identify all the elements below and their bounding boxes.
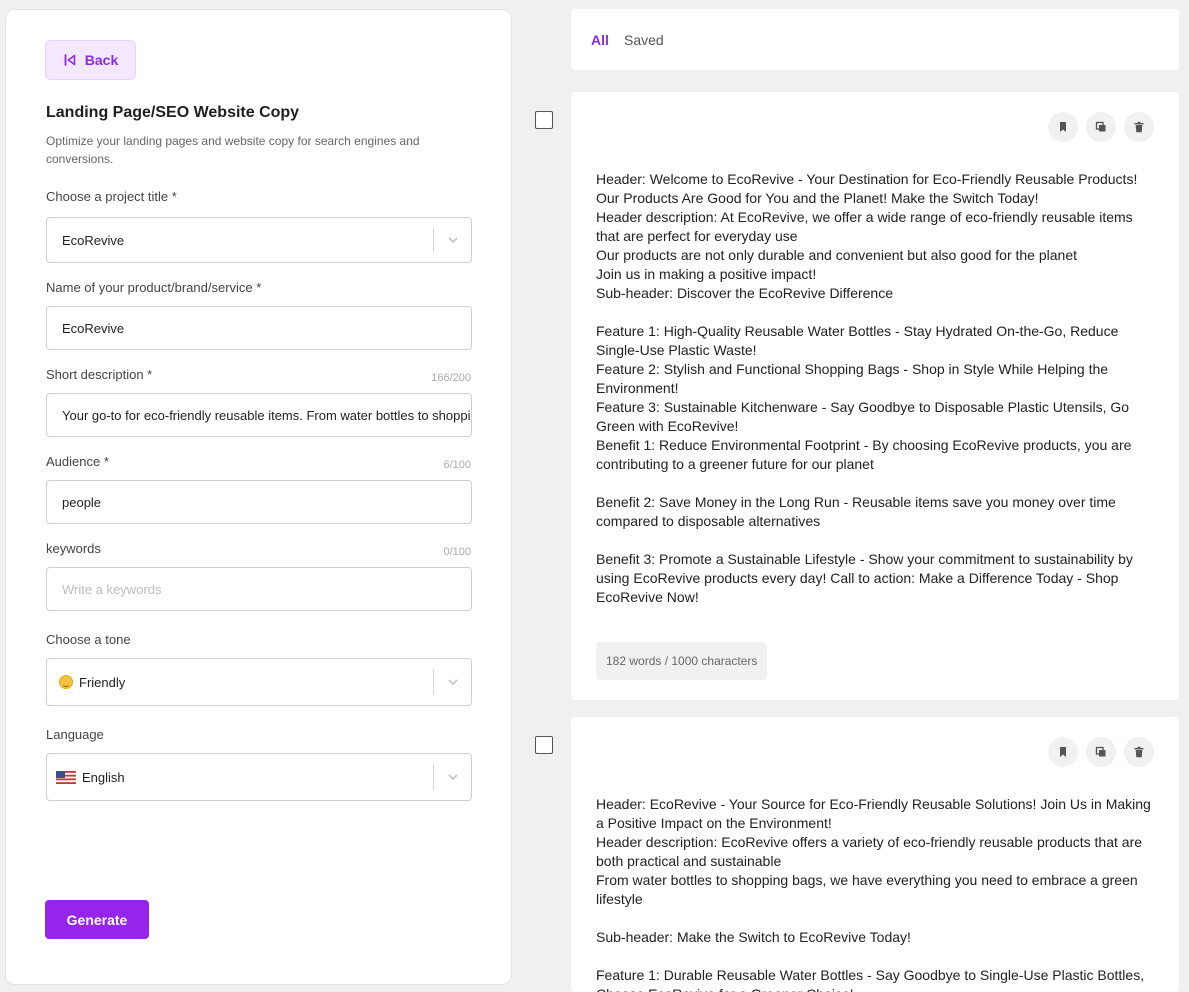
bookmark-button[interactable] <box>1048 112 1078 142</box>
tone-select[interactable]: Friendly <box>46 658 472 706</box>
tone-label: Choose a tone <box>46 632 131 647</box>
trash-icon <box>1134 746 1144 758</box>
product-name-value: EcoRevive <box>62 320 125 336</box>
tone-value: Friendly <box>79 674 126 690</box>
keywords-counter: 0/100 <box>443 546 471 558</box>
result-2-checkbox[interactable] <box>535 736 553 754</box>
form-description: Optimize your landing pages and website … <box>46 134 420 166</box>
tab-all[interactable]: All <box>591 32 609 48</box>
chevron-down-icon <box>448 774 458 781</box>
copy-button[interactable] <box>1086 112 1116 142</box>
generate-button[interactable]: Generate <box>45 900 149 939</box>
result-card-2: Header: EcoRevive - Your Source for Eco-… <box>571 717 1179 992</box>
language-value: English <box>82 769 125 785</box>
copy-icon <box>1095 746 1106 757</box>
short-description-input[interactable]: Your go-to for eco-friendly reusable ite… <box>46 393 472 437</box>
audience-counter: 6/100 <box>443 459 471 471</box>
result-1-actions <box>1048 112 1154 142</box>
copy-button[interactable] <box>1086 737 1116 767</box>
form-panel: Back Landing Page/SEO Website Copy Optim… <box>5 9 512 985</box>
select-separator <box>433 228 434 252</box>
tab-saved[interactable]: Saved <box>624 32 664 48</box>
project-title-select[interactable]: EcoRevive <box>46 217 472 263</box>
short-description-counter: 166/200 <box>431 372 471 384</box>
language-label: Language <box>46 727 104 742</box>
delete-button[interactable] <box>1124 737 1154 767</box>
select-separator <box>433 669 434 695</box>
copy-icon <box>1095 121 1106 132</box>
form-title: Landing Page/SEO Website Copy <box>46 104 300 121</box>
chevron-down-icon <box>448 679 458 686</box>
keywords-placeholder: Write a keywords <box>62 581 162 597</box>
result-2-text: Header: EcoRevive - Your Source for Eco-… <box>596 796 1151 992</box>
bookmark-icon <box>1060 747 1066 757</box>
bookmark-button[interactable] <box>1048 737 1078 767</box>
keywords-input[interactable]: Write a keywords <box>46 567 472 611</box>
back-label: Back <box>84 52 119 68</box>
project-title-label: Choose a project title * <box>46 189 177 204</box>
smiling-face-icon <box>59 675 73 689</box>
result-1-stats: 182 words / 1000 characters <box>596 642 768 680</box>
us-flag-icon <box>56 770 76 784</box>
product-name-input[interactable]: EcoRevive <box>46 306 472 350</box>
keywords-label: keywords <box>46 541 101 556</box>
short-description-label: Short description * <box>46 367 153 382</box>
skip-back-icon <box>64 54 76 66</box>
back-button[interactable]: Back <box>45 40 136 80</box>
trash-icon <box>1134 121 1144 133</box>
audience-value: people <box>62 494 102 510</box>
result-2-actions <box>1048 737 1154 767</box>
product-name-label: Name of your product/brand/service * <box>46 280 262 295</box>
result-1-text: Header: Welcome to EcoRevive - Your Dest… <box>596 171 1138 605</box>
bookmark-icon <box>1060 122 1066 132</box>
audience-label: Audience * <box>46 454 109 469</box>
audience-input[interactable]: people <box>46 480 472 524</box>
project-title-value: EcoRevive <box>62 232 125 248</box>
chevron-down-icon <box>448 237 458 244</box>
result-1-checkbox[interactable] <box>535 111 553 129</box>
language-select[interactable]: English <box>46 753 472 801</box>
short-description-value: Your go-to for eco-friendly reusable ite… <box>62 407 471 423</box>
delete-button[interactable] <box>1124 112 1154 142</box>
select-separator <box>433 764 434 790</box>
results-tabs: All Saved <box>571 9 1179 70</box>
result-card-1: Header: Welcome to EcoRevive - Your Dest… <box>571 92 1179 700</box>
